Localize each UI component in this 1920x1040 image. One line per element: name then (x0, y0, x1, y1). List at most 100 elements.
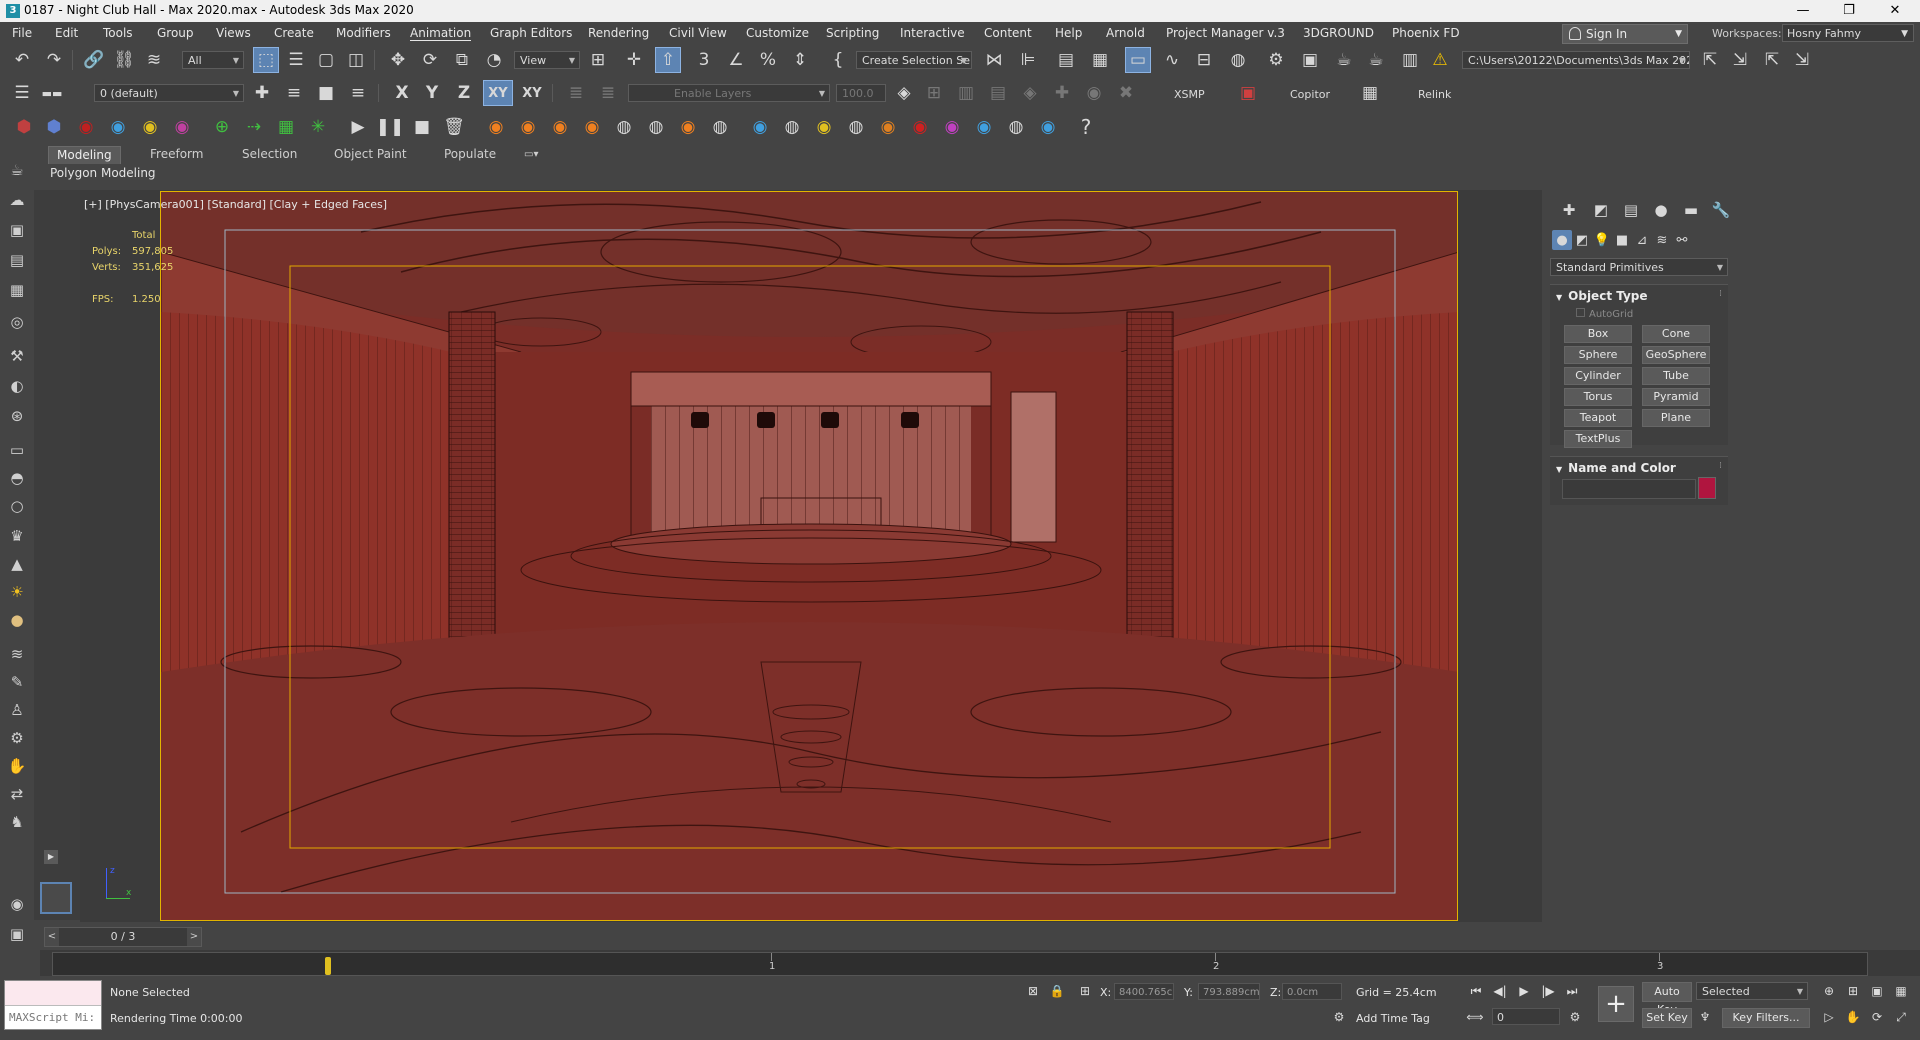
plugin-star-icon[interactable]: ✳ (306, 115, 330, 139)
layer-tool4-icon[interactable]: ▤ (986, 81, 1010, 105)
stairs-icon[interactable]: ≋ (5, 642, 29, 666)
menu-animation[interactable]: Animation (410, 26, 472, 41)
cylinder-button[interactable]: Cylinder (1564, 367, 1632, 385)
space-warps-icon[interactable]: ≋ (1652, 230, 1672, 250)
axis-x-button[interactable]: X (390, 81, 414, 105)
layer-tool5-icon[interactable]: ◈ (1018, 81, 1042, 105)
time-slider[interactable]: < 0 / 3 > (44, 927, 202, 947)
viewport-label[interactable]: [+] [PhysCamera001] [Standard] [Clay + E… (84, 198, 387, 211)
tube-button[interactable]: Tube (1642, 367, 1710, 385)
menu-graph-editors[interactable]: Graph Editors (490, 26, 572, 40)
undo-icon[interactable]: ↶ (10, 48, 34, 72)
named-selection-set-dropdown[interactable]: Create Selection Se ▼ (856, 51, 972, 69)
link-icon[interactable]: 🔗 (82, 48, 106, 72)
pyramid-button[interactable]: Pyramid (1642, 388, 1710, 406)
sphere2-icon[interactable]: ◉ (5, 892, 29, 916)
layer-manager-icon[interactable]: ☰ (10, 81, 34, 105)
axis-cycle-button[interactable]: XY (518, 81, 546, 105)
geosphere-button[interactable]: GeoSphere (1642, 346, 1710, 364)
menu-arnold[interactable]: Arnold (1106, 26, 1145, 40)
globe-icon[interactable]: ◎ (5, 310, 29, 334)
plugin-drop-icon[interactable]: ◉ (106, 115, 130, 139)
toggle-layer-explorer-icon[interactable]: ▦ (1088, 48, 1112, 72)
plugin-gear-icon[interactable]: ◉ (138, 115, 162, 139)
menu-edit[interactable]: Edit (55, 26, 78, 40)
keyboard-shortcut-override-icon[interactable]: ⇧ (655, 47, 681, 73)
object-name-field[interactable] (1562, 479, 1696, 499)
set-keys-button[interactable]: + (1598, 986, 1634, 1022)
box-button[interactable]: Box (1564, 325, 1632, 343)
figure-icon[interactable]: ♞ (5, 810, 29, 834)
set-current-layer-icon[interactable]: ≡ (346, 81, 370, 105)
wave-icon[interactable]: ◉ (1036, 115, 1060, 139)
box-icon[interactable]: ▣ (5, 218, 29, 242)
gear-icon[interactable]: ⚙ (5, 726, 29, 750)
stop-icon[interactable]: ■ (410, 115, 434, 139)
spinner-snap-icon[interactable]: ⇕ (788, 48, 812, 72)
enable-layers-dropdown[interactable]: Enable Layers ▼ (628, 84, 830, 102)
menu-group[interactable]: Group (157, 26, 194, 40)
fluid2-icon[interactable]: ◍ (644, 115, 668, 139)
tab-modeling[interactable]: Modeling (48, 146, 121, 165)
layer-tool3-icon[interactable]: ▥ (954, 81, 978, 105)
add-to-layer-icon[interactable]: ≡ (282, 81, 306, 105)
render-production-icon[interactable]: ☕ (1332, 48, 1356, 72)
sun-icon[interactable]: ☀ (5, 580, 29, 604)
water-icon[interactable]: ◉ (748, 115, 772, 139)
angle-snap-icon[interactable]: ∠ (724, 48, 748, 72)
pan-icon[interactable]: ✋ (1844, 1008, 1862, 1026)
reference-coordinate-dropdown[interactable]: View ▼ (514, 51, 580, 69)
plugin-sphere-icon[interactable]: ◉ (74, 115, 98, 139)
rollout-handle-icon[interactable]: ⁞ (1719, 461, 1722, 471)
zoom-extents-icon[interactable]: ▣ (1868, 982, 1886, 1000)
ribbon-options-icon[interactable]: ▭▾ (516, 146, 546, 163)
sphere-icon[interactable]: ○ (5, 494, 29, 518)
toggle-scene-explorer-icon[interactable]: ▤ (1054, 48, 1078, 72)
redo-icon[interactable]: ↷ (42, 48, 66, 72)
isolate-selection-icon[interactable]: ⊠ (1024, 982, 1042, 1000)
pause-icon[interactable]: ❚❚ (376, 115, 405, 139)
plugin-grid-icon[interactable]: ▦ (274, 115, 298, 139)
tab-freeform[interactable]: Freeform (142, 146, 211, 163)
project-folder-dropdown[interactable]: C:\Users\20122\Documents\3ds Max 2020 ▼ (1462, 51, 1690, 69)
blue-swirl-icon[interactable]: ◉ (972, 115, 996, 139)
close-button[interactable]: ✕ (1872, 0, 1918, 22)
ocean-icon[interactable]: ◍ (1004, 115, 1028, 139)
autogrid-checkbox[interactable]: AutoGrid (1576, 308, 1633, 320)
crown-icon[interactable]: ♛ (5, 524, 29, 548)
layer-toolbar-icon[interactable]: ▬▬ (40, 81, 64, 105)
field-of-view-icon[interactable]: ▷ (1820, 1008, 1838, 1026)
hand-icon[interactable]: ✋ (5, 754, 29, 778)
fire-icon[interactable]: ◉ (484, 115, 508, 139)
auto-key-button[interactable]: Auto Key (1642, 982, 1692, 1016)
toggle-ribbon-icon[interactable]: ▭ (1125, 47, 1151, 73)
x-coordinate-field[interactable]: 8400.765c (1114, 983, 1174, 1000)
rollout-handle-icon[interactable]: ⁞ (1719, 289, 1722, 299)
expand-arrow-icon[interactable]: ▶ (44, 850, 58, 864)
mirror-icon[interactable]: ⋈ (982, 48, 1006, 72)
lights-icon[interactable]: 💡 (1592, 230, 1612, 250)
plane-button[interactable]: Plane (1642, 409, 1710, 427)
play-animation-icon[interactable]: ▶ (1514, 982, 1534, 1000)
display-tab-icon[interactable]: ▬ (1678, 200, 1704, 220)
cone-icon[interactable]: ▲ (5, 552, 29, 576)
modify-tab-icon[interactable]: ◩ (1588, 200, 1614, 220)
zoom-all-icon[interactable]: ⊞ (1844, 982, 1862, 1000)
window-crossing-icon[interactable]: ◫ (344, 48, 368, 72)
menu-interactive[interactable]: Interactive (900, 26, 965, 40)
flame-icon[interactable]: ◉ (676, 115, 700, 139)
layer-tool8-icon[interactable]: ✖ (1114, 81, 1138, 105)
primitive-category-dropdown[interactable]: Standard Primitives ▼ (1550, 258, 1728, 276)
select-object-icon[interactable]: ⬚ (253, 47, 279, 73)
plane-icon[interactable]: ▭ (5, 438, 29, 462)
maxscript-input[interactable] (5, 981, 101, 1006)
maxscript-listener[interactable]: MAXScript Mi: (4, 980, 102, 1030)
utilities-tab-icon[interactable]: 🔧 (1708, 200, 1734, 220)
menu-content[interactable]: Content (984, 26, 1032, 40)
teapot-button[interactable]: Teapot (1564, 409, 1632, 427)
menu-views[interactable]: Views (216, 26, 251, 40)
sign-in-button[interactable]: Sign In ▼ (1562, 24, 1688, 44)
tab-populate[interactable]: Populate (436, 146, 504, 163)
timeline-track[interactable]: 1 2 3 (52, 952, 1868, 976)
layers-stack2-icon[interactable]: ≣ (596, 81, 620, 105)
